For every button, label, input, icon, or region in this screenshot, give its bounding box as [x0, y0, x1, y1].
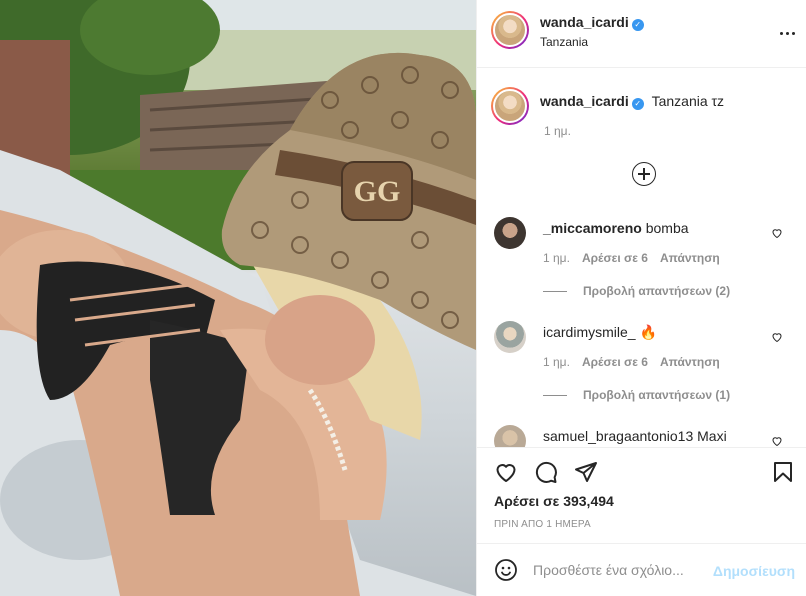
post-header: wanda_icardi ✓ Tanzania — [477, 0, 806, 68]
likes-count[interactable]: Αρέσει σε 393,494 — [494, 493, 614, 509]
reply-button[interactable]: Απάντηση — [660, 251, 720, 265]
comment-item: _miccamoreno bomba 1 ημ. Αρέσει σε 6 Απά… — [477, 215, 806, 319]
heart-icon[interactable] — [771, 227, 783, 239]
commenter-username[interactable]: samuel_bragaantonio13 — [543, 428, 693, 444]
heart-icon[interactable] — [494, 460, 518, 484]
comment-text-line: samuel_bragaantonio13 Maxi — [543, 428, 727, 444]
comment-time[interactable]: 1 ημ. — [543, 251, 570, 265]
comment-meta: 1 ημ. Αρέσει σε 6 Απάντηση — [543, 251, 720, 265]
caption-line: wanda_icardi ✓ Tanzania τz — [540, 93, 724, 110]
comment-likes[interactable]: Αρέσει σε 6 — [582, 355, 648, 369]
commenter-username[interactable]: icardimysmile_ — [543, 324, 636, 340]
comment-meta: 1 ημ. Αρέσει σε 6 Απάντηση — [543, 355, 720, 369]
post-side-panel: wanda_icardi ✓ Tanzania wanda_icardi ✓ Tan… — [476, 0, 806, 596]
commenter-avatar[interactable] — [494, 321, 526, 353]
comment-likes[interactable]: Αρέσει σε 6 — [582, 251, 648, 265]
comment-item: samuel_bragaantonio13 Maxi — [477, 423, 806, 447]
commenter-username[interactable]: _miccamoreno — [543, 220, 642, 236]
posted-time[interactable]: ΠΡΙΝ ΑΠΟ 1 ΗΜΕΡΑ — [494, 519, 591, 530]
comment-bubble-icon[interactable] — [534, 460, 558, 484]
view-replies-button[interactable]: Προβολή απαντήσεων (1) — [543, 388, 730, 402]
comment-text-line: icardimysmile_ 🔥 — [543, 324, 657, 341]
replies-divider — [543, 394, 567, 396]
comment-item: icardimysmile_ 🔥 1 ημ. Αρέσει σε 6 Απάντ… — [477, 319, 806, 423]
author-avatar[interactable] — [491, 11, 529, 49]
comment-time[interactable]: 1 ημ. — [543, 355, 570, 369]
commenter-avatar[interactable] — [494, 217, 526, 249]
comment-body: Maxi — [697, 428, 727, 444]
paper-plane-icon[interactable] — [574, 460, 598, 484]
load-more-comments-icon[interactable] — [632, 162, 656, 186]
post-photo[interactable]: GG — [0, 0, 476, 596]
photo-illustration: GG — [0, 0, 476, 596]
comments-list[interactable]: wanda_icardi ✓ Tanzania τz 1 ημ. _miccamo… — [477, 69, 806, 447]
replies-divider — [543, 290, 567, 292]
heart-icon[interactable] — [771, 435, 783, 447]
view-replies-label: Προβολή απαντήσεων (2) — [583, 284, 731, 298]
add-comment-bar: Δημοσίευση — [477, 543, 806, 596]
post-actions: Αρέσει σε 393,494 ΠΡΙΝ ΑΠΟ 1 ΗΜΕΡΑ — [477, 447, 806, 543]
caption-author-avatar[interactable] — [491, 87, 529, 125]
verified-badge-icon: ✓ — [631, 98, 644, 110]
heart-icon[interactable] — [771, 331, 783, 343]
comment-body: 🔥 — [639, 324, 657, 340]
bookmark-icon[interactable] — [771, 460, 795, 484]
caption-time[interactable]: 1 ημ. — [544, 124, 571, 138]
comment-body: bomba — [645, 220, 689, 236]
reply-button[interactable]: Απάντηση — [660, 355, 720, 369]
add-comment-input[interactable] — [533, 558, 713, 582]
more-options-icon[interactable] — [775, 22, 799, 44]
emoji-smile-icon[interactable] — [494, 558, 518, 582]
svg-text:GG: GG — [354, 175, 401, 208]
post-location[interactable]: Tanzania — [540, 35, 588, 49]
commenter-avatar[interactable] — [494, 425, 526, 447]
view-replies-button[interactable]: Προβολή απαντήσεων (2) — [543, 284, 730, 298]
post-comment-button[interactable]: Δημοσίευση — [713, 563, 795, 579]
caption-username[interactable]: wanda_icardi — [540, 93, 629, 109]
verified-badge-icon: ✓ — [631, 19, 644, 31]
caption-text: Tanzania τz — [651, 93, 725, 109]
view-replies-label: Προβολή απαντήσεων (1) — [583, 388, 731, 402]
author-username[interactable]: wanda_icardi — [540, 14, 629, 30]
comment-text-line: _miccamoreno bomba — [543, 220, 689, 236]
instagram-post: GG wanda_icardi ✓ Tanzania wanda_icardi ✓ … — [0, 0, 806, 596]
author-username-row[interactable]: wanda_icardi ✓ — [540, 14, 644, 31]
